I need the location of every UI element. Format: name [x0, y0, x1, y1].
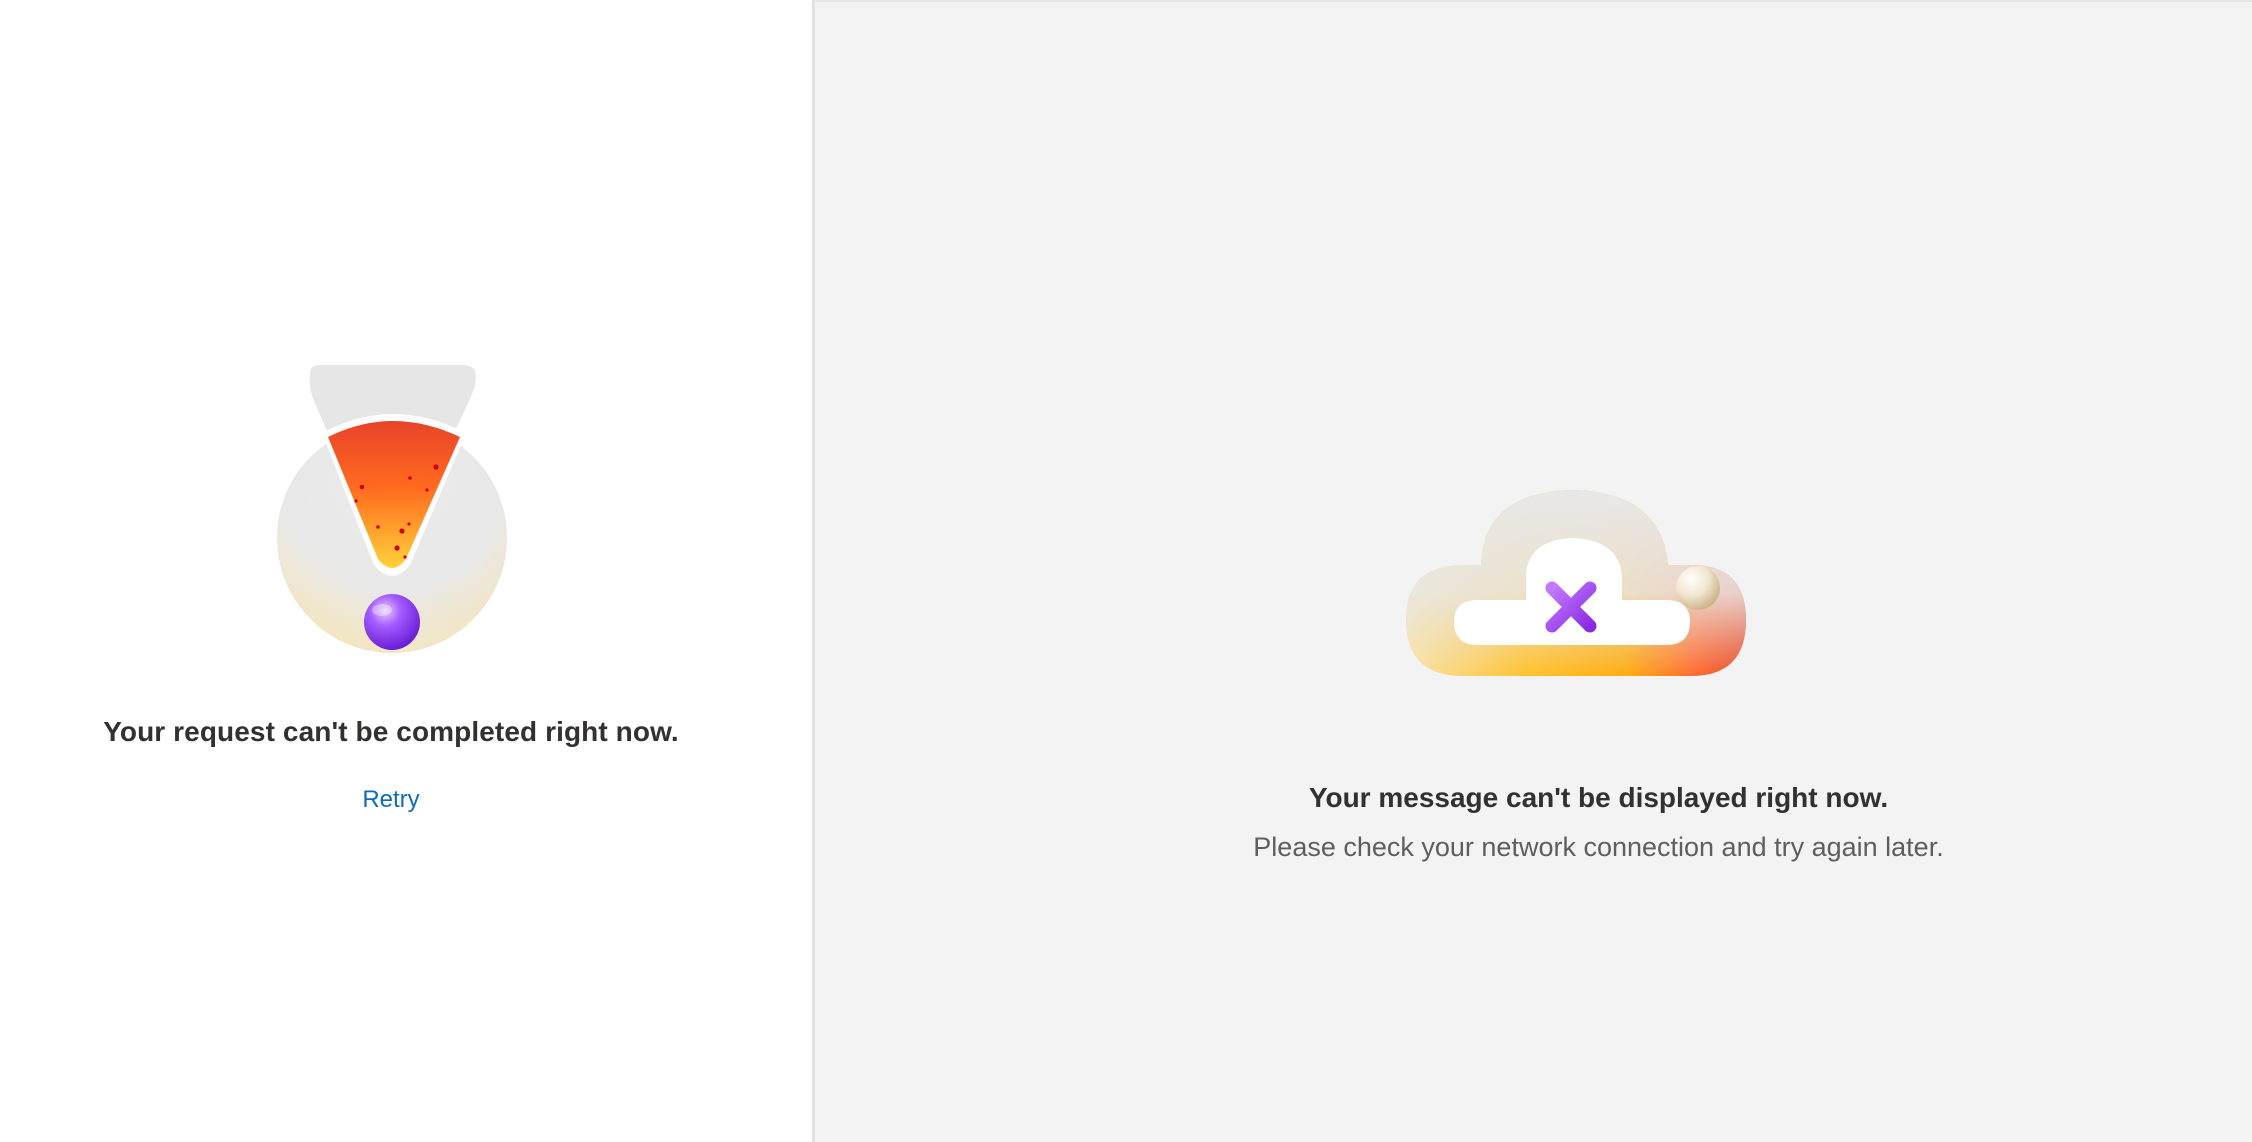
cloud-error-icon [1406, 490, 1746, 676]
retry-link[interactable]: Retry [362, 786, 419, 813]
left-pane: Your request can't be completed right no… [0, 0, 815, 1142]
retry-container: Retry [0, 786, 782, 814]
app-window: Your request can't be completed right no… [0, 0, 2252, 1142]
error-title: Your request can't be completed right no… [103, 716, 679, 747]
right-pane: Your message can't be displayed right no… [815, 0, 2252, 1142]
message-error-detail: Please check your network connection and… [1253, 832, 1944, 862]
message-error-title: Your message can't be displayed right no… [1308, 782, 1889, 813]
exclamation-error-icon [277, 365, 507, 653]
